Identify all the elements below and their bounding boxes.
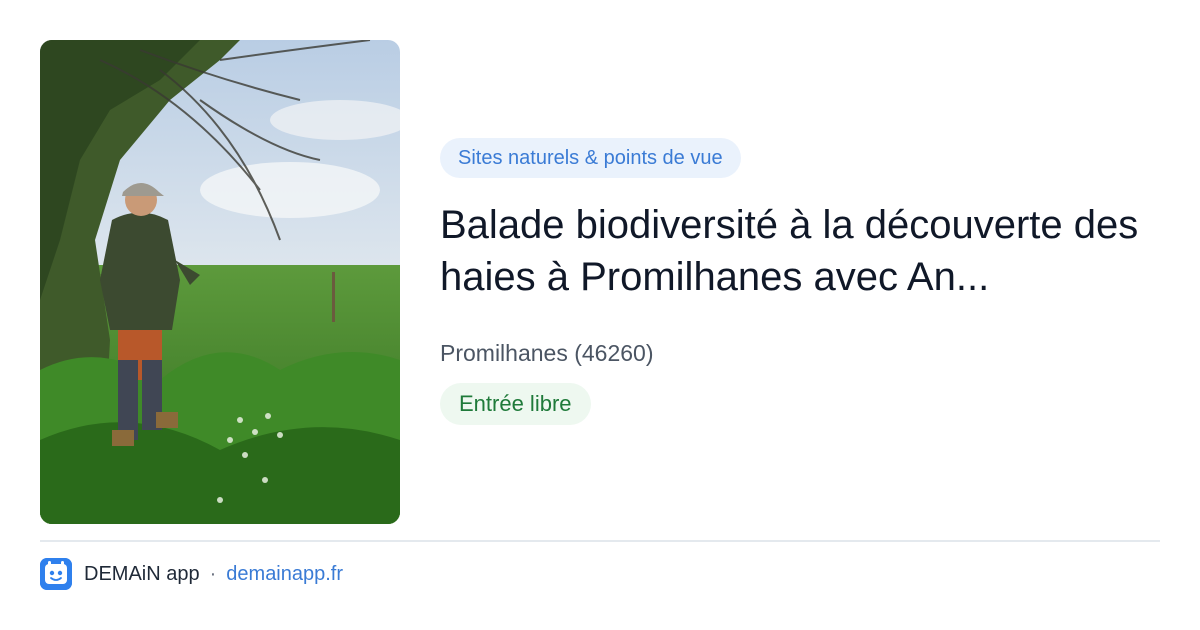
app-name: DEMAiN app (84, 562, 200, 585)
link-preview-card[interactable]: Sites naturels & points de vue Balade bi… (0, 0, 1200, 630)
separator-dot: · (209, 562, 217, 585)
event-photo (40, 40, 400, 524)
event-title[interactable]: Balade biodiversité à la découverte des … (440, 199, 1150, 303)
price-badge: Entrée libre (440, 383, 591, 425)
event-details: Sites naturels & points de vue Balade bi… (440, 138, 1160, 425)
divider (40, 540, 1160, 542)
event-location: Promilhanes (46260) (440, 340, 654, 366)
app-url-link[interactable]: demainapp.fr (226, 563, 343, 586)
demain-app-logo-icon (40, 558, 72, 590)
source-footer: DEMAiN app · demainapp.fr (40, 558, 343, 590)
category-badge: Sites naturels & points de vue (440, 138, 741, 178)
